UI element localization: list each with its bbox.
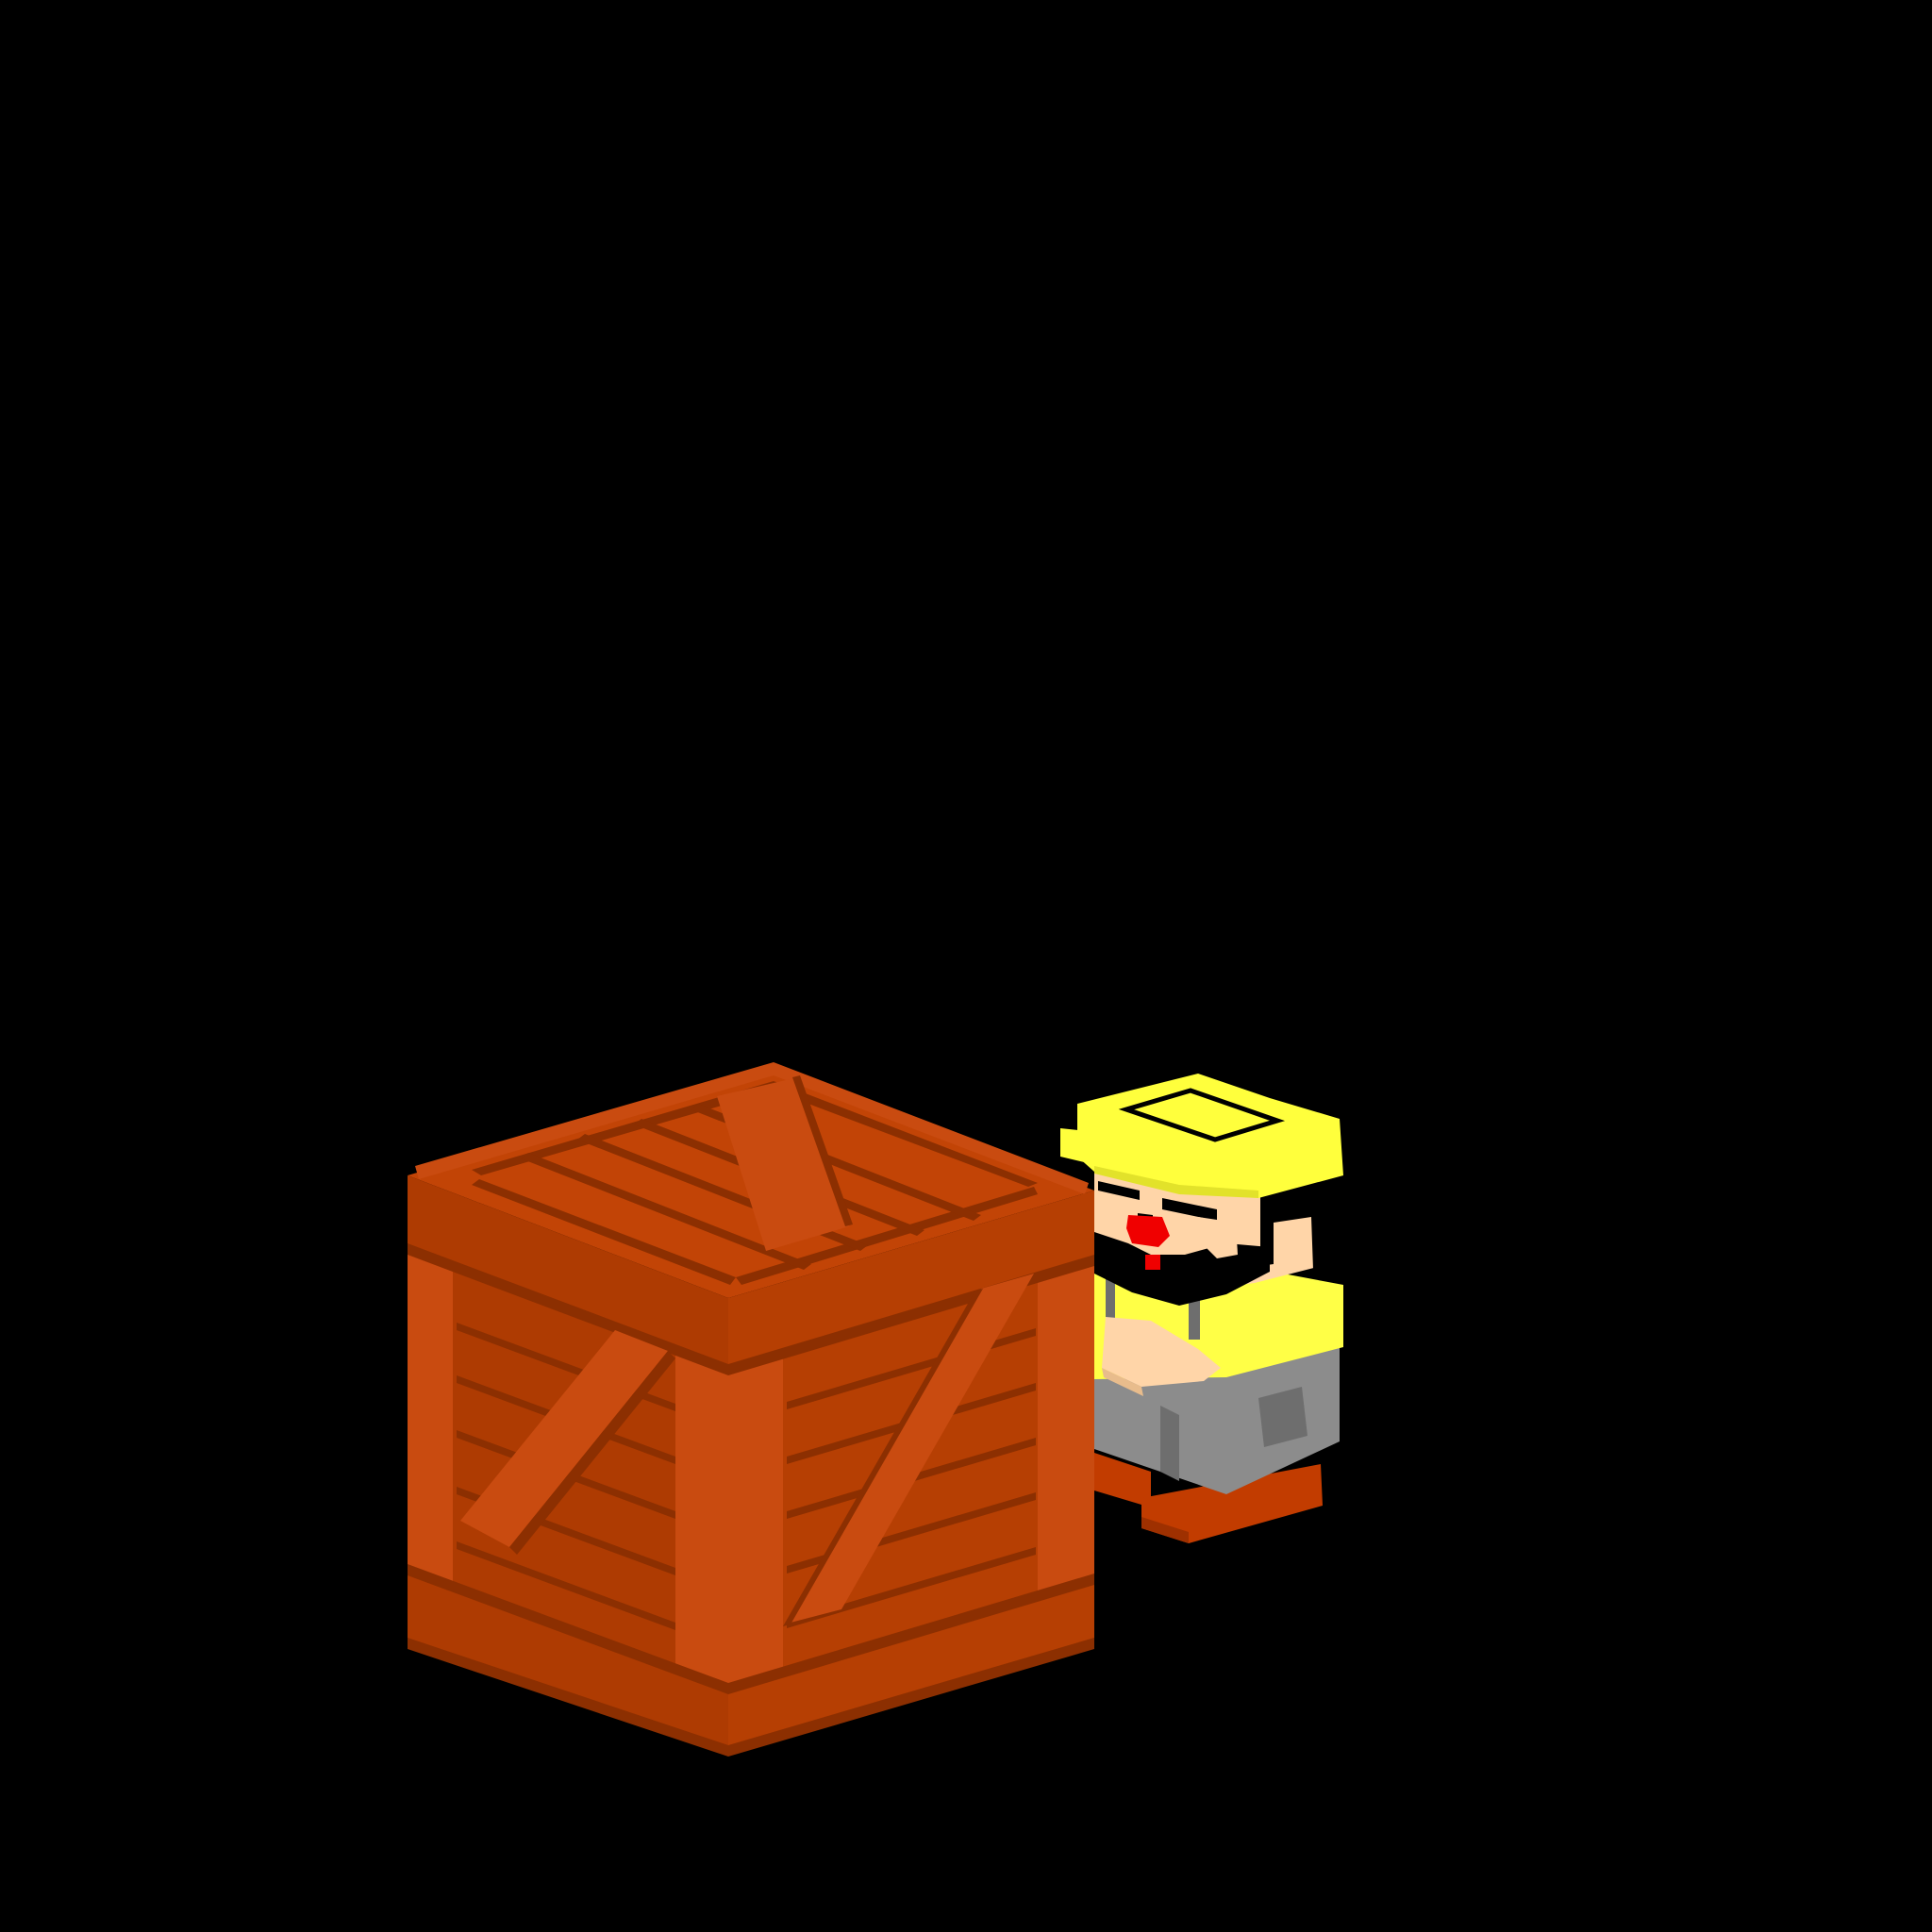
game-viewport: P <box>0 0 1932 1932</box>
mouth <box>1145 1255 1160 1270</box>
wooden-crate <box>408 1062 1094 1757</box>
worker-character: P <box>1060 1074 1343 1543</box>
voxel-scene: P <box>408 1062 1343 1757</box>
nose <box>1126 1215 1170 1247</box>
